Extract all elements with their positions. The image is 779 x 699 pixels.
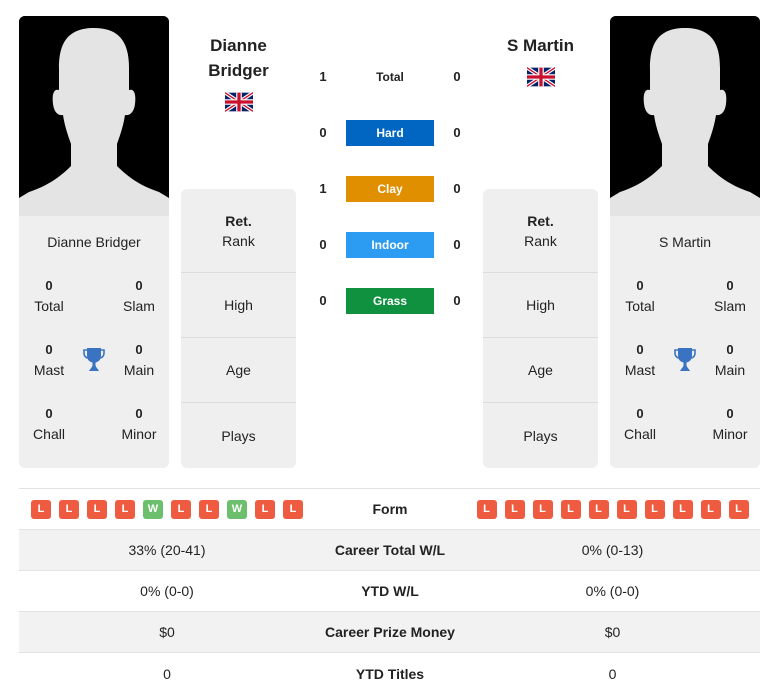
table-row: $0 Career Prize Money $0 (19, 612, 760, 653)
form-loss-badge[interactable]: L (255, 499, 275, 519)
player1-age: Age (181, 338, 296, 403)
player1-name-link[interactable]: Dianne Bridger (181, 33, 296, 83)
player1-minor-titles: 0 Minor (121, 406, 157, 442)
row-label: Career Total W/L (334, 542, 446, 558)
player1-info-panel: Ret. Rank High Age Plays (181, 189, 296, 468)
trophy-icon (674, 348, 696, 371)
form-loss-badge[interactable]: L (171, 499, 191, 519)
form-loss-badge[interactable]: L (588, 499, 609, 519)
form-loss-badge[interactable]: L (283, 499, 303, 519)
hard-surface-button[interactable]: Hard (346, 120, 434, 146)
uk-flag-icon (527, 67, 555, 87)
player1-form: LLLLWLLWLL (19, 499, 315, 519)
h2h-grass-right: 0 (453, 293, 461, 308)
player2-plays: Plays (523, 427, 558, 444)
player1-value: $0 (159, 624, 175, 640)
player2-card-name: S Martin (658, 234, 712, 250)
player2-main-titles: 0 Main (714, 342, 746, 378)
player1-value: 0 (163, 665, 171, 682)
player2-value: 0 (608, 665, 617, 682)
player2-titles-card: S Martin 0 Total 0 Slam 0 Mast 0 Main 0 … (610, 216, 760, 468)
h2h-hard-left: 0 (319, 125, 327, 140)
player1-rank: Ret. Rank (181, 189, 296, 273)
row-label: YTD Titles (355, 665, 425, 682)
clay-surface-button[interactable]: Clay (346, 176, 434, 202)
form-loss-badge[interactable]: L (532, 499, 553, 519)
comparison-table: LLLLWLLWLL Form LLLLLLLLLL 33% (20-41) C… (19, 488, 760, 694)
form-loss-badge[interactable]: L (616, 499, 637, 519)
h2h-clay-row: 1 Clay 0 (310, 176, 470, 202)
form-loss-badge[interactable]: L (115, 499, 135, 519)
form-loss-badge[interactable]: L (87, 499, 107, 519)
player1-plays: Plays (221, 427, 256, 444)
player2-slam-titles: 0 Slam (714, 278, 746, 314)
player2-value: $0 (604, 624, 621, 640)
player2-high: High (483, 273, 598, 338)
table-row: 33% (20-41) Career Total W/L 0% (0-13) (19, 530, 760, 571)
form-label: Form (372, 501, 408, 517)
player2-value: 0% (0-0) (585, 583, 640, 599)
form-row: LLLLWLLWLL Form LLLLLLLLLL (19, 489, 760, 530)
player2-photo (610, 16, 760, 216)
h2h-hard-right: 0 (453, 125, 461, 140)
player1-mast-titles: 0 Mast (33, 342, 65, 378)
player2-total-titles: 0 Total (625, 278, 655, 314)
h2h-total-right: 0 (453, 69, 461, 84)
player1-total-titles: 0 Total (34, 278, 64, 314)
h2h-indoor-right: 0 (453, 237, 461, 252)
grass-surface-button[interactable]: Grass (346, 288, 434, 314)
player1-value: 33% (20-41) (128, 542, 206, 558)
form-loss-badge[interactable]: L (504, 499, 525, 519)
form-loss-badge[interactable]: L (476, 499, 497, 519)
player2-name-link[interactable]: S Martin (483, 33, 598, 58)
form-loss-badge[interactable]: L (199, 499, 219, 519)
form-win-badge[interactable]: W (227, 499, 247, 519)
player1-main-titles: 0 Main (123, 342, 155, 378)
h2h-indoor-left: 0 (319, 237, 327, 252)
form-loss-badge[interactable]: L (59, 499, 79, 519)
h2h-grass-row: 0 Grass 0 (310, 288, 470, 314)
player2-rank: Ret. Rank (483, 189, 598, 273)
row-label: YTD W/L (361, 583, 419, 599)
h2h-total-row: 1 Total 0 (310, 64, 470, 90)
player2-mast-titles: 0 Mast (624, 342, 656, 378)
h2h-clay-left: 1 (319, 181, 327, 196)
indoor-surface-button[interactable]: Indoor (346, 232, 434, 258)
form-loss-badge[interactable]: L (644, 499, 665, 519)
table-row: 0 YTD Titles 0 (19, 653, 760, 694)
h2h-grass-left: 0 (319, 293, 327, 308)
silhouette-icon (19, 16, 169, 216)
form-loss-badge[interactable]: L (560, 499, 581, 519)
h2h-hard-row: 0 Hard 0 (310, 120, 470, 146)
h2h-total-label: Total (376, 70, 404, 84)
player2-minor-titles: 0 Minor (712, 406, 748, 442)
player2-info-panel: Ret. Rank High Age Plays (483, 189, 598, 468)
table-row: 0% (0-0) YTD W/L 0% (0-0) (19, 571, 760, 612)
player1-value: 0% (0-0) (140, 583, 194, 599)
form-loss-badge[interactable]: L (672, 499, 693, 519)
player2-age: Age (483, 338, 598, 403)
silhouette-icon (610, 16, 760, 216)
h2h-clay-right: 0 (453, 181, 461, 196)
player1-high: High (181, 273, 296, 338)
uk-flag-icon (225, 92, 253, 112)
row-label: Career Prize Money (325, 624, 455, 640)
player1-photo (19, 16, 169, 216)
trophy-icon (83, 348, 105, 371)
form-loss-badge[interactable]: L (728, 499, 749, 519)
player2-chall-titles: 0 Chall (624, 406, 656, 442)
player1-slam-titles: 0 Slam (123, 278, 155, 314)
h2h-total-left: 1 (319, 69, 327, 84)
player1-titles-card: Dianne Bridger 0 Total 0 Slam 0 Mast 0 M… (19, 216, 169, 468)
player2-value: 0% (0-13) (581, 542, 644, 558)
player1-card-name: Dianne Bridger (47, 234, 141, 250)
player1-chall-titles: 0 Chall (33, 406, 65, 442)
h2h-indoor-row: 0 Indoor 0 (310, 232, 470, 258)
form-loss-badge[interactable]: L (700, 499, 721, 519)
player2-form: LLLLLLLLLL (465, 499, 760, 519)
form-win-badge[interactable]: W (143, 499, 163, 519)
form-loss-badge[interactable]: L (31, 499, 51, 519)
